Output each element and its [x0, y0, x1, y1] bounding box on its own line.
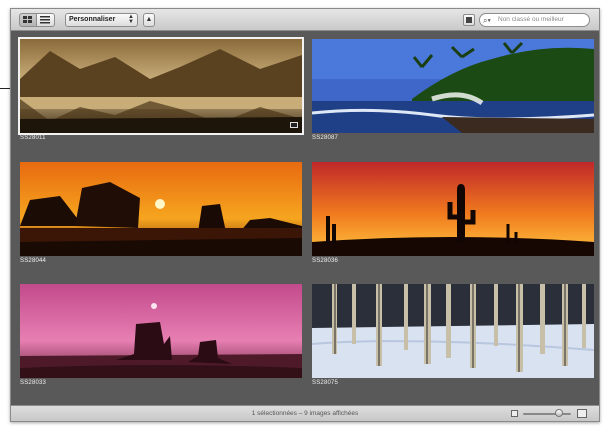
image-caption: SS28011 — [20, 135, 46, 141]
image-caption: SS28033 — [20, 380, 47, 386]
zoom-large-icon[interactable] — [577, 409, 587, 418]
image-cell-ss28011[interactable]: SS28011 — [18, 37, 304, 145]
image-cell-ss28075[interactable]: SS28075 — [312, 284, 594, 390]
list-view-button[interactable] — [37, 13, 55, 27]
list-view-icon — [40, 16, 50, 24]
image-thumbnail[interactable] — [20, 284, 302, 378]
browser-window: Personnaliser ▲ ▼ ▲ ⌕▾ Non classé ou meil… — [10, 8, 600, 422]
sort-popup-label: Personnaliser — [69, 16, 116, 23]
search-placeholder: Non classé ou meilleur — [498, 16, 564, 23]
image-grid: SS28011 SS28087 SS28044 SS28036 SS28033 … — [11, 31, 599, 405]
image-thumbnail[interactable] — [312, 284, 594, 378]
grid-view-icon — [23, 16, 32, 23]
search-icon: ⌕▾ — [483, 16, 491, 25]
grid-view-button[interactable] — [19, 13, 37, 27]
image-caption: SS28036 — [312, 258, 339, 264]
image-cell-ss28087[interactable]: SS28087 — [312, 39, 594, 145]
zoom-slider-thumb[interactable] — [555, 409, 563, 417]
image-thumbnail[interactable] — [312, 39, 594, 133]
popup-arrows-icon: ▲ ▼ — [128, 14, 134, 25]
image-caption: SS28087 — [312, 135, 339, 141]
status-bar: 1 sélectionnées – 9 images affichées — [11, 405, 599, 421]
image-cell-ss28036[interactable]: SS28036 — [312, 162, 594, 268]
viewer-toggle-button[interactable] — [463, 14, 475, 26]
image-thumbnail[interactable] — [312, 162, 594, 256]
image-caption: SS28044 — [20, 258, 47, 264]
image-thumbnail[interactable] — [20, 162, 302, 256]
image-thumbnail[interactable] — [18, 37, 304, 135]
image-cell-ss28033[interactable]: SS28033 — [20, 284, 302, 390]
zoom-slider[interactable] — [523, 413, 571, 415]
image-cell-ss28044[interactable]: SS28044 — [20, 162, 302, 268]
zoom-small-icon[interactable] — [511, 410, 518, 417]
sort-direction-button[interactable]: ▲ — [143, 13, 155, 27]
adjustments-badge-icon — [290, 122, 298, 128]
toolbar: Personnaliser ▲ ▼ ▲ ⌕▾ Non classé ou meil… — [11, 9, 599, 31]
sort-popup[interactable]: Personnaliser ▲ ▼ — [65, 13, 138, 27]
viewer-icon — [466, 17, 472, 23]
search-field[interactable]: ⌕▾ Non classé ou meilleur — [479, 13, 590, 27]
image-caption: SS28075 — [312, 380, 339, 386]
